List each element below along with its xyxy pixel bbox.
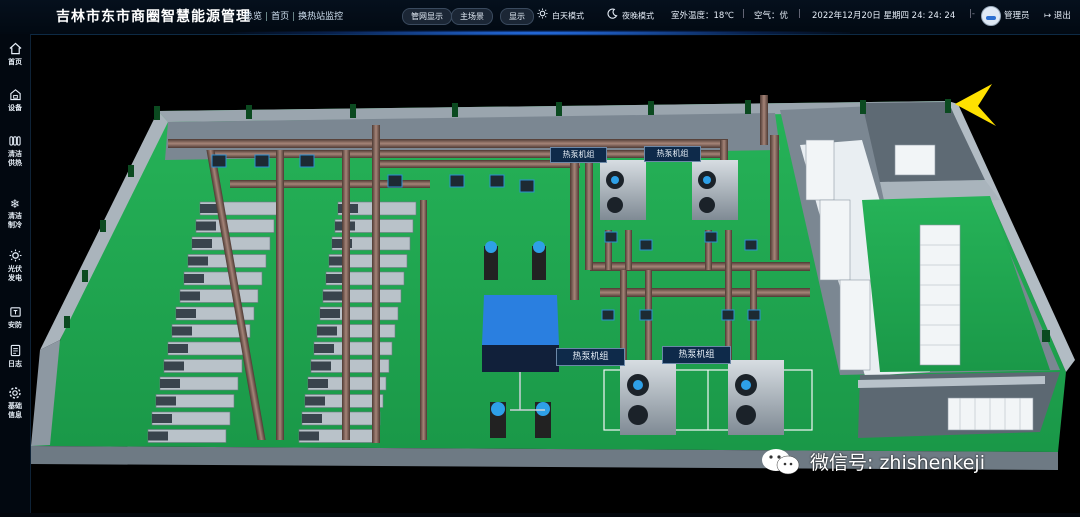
datetime: 2022年12月20日 星期四 24: 24: 24 (812, 11, 956, 21)
boiler-burner (156, 396, 176, 406)
boiler-burner (308, 379, 328, 388)
sidebar-item-log[interactable]: 日志 (0, 344, 30, 369)
divider: | (742, 9, 745, 19)
boiler-burner (148, 431, 168, 441)
home-icon (0, 42, 30, 58)
sidebar-item-solar[interactable]: 光伏发电 (0, 249, 30, 283)
boiler-burner (160, 379, 180, 388)
pipe-network-button[interactable]: 管网显示 (402, 8, 452, 25)
heating-icon (0, 134, 30, 150)
air-quality: 空气：优 (754, 11, 789, 21)
boiler-burner (323, 291, 343, 301)
sidebar-item-device[interactable]: 设备 (0, 88, 30, 113)
wechat-logo (756, 445, 806, 477)
day-mode-label: 白天模式 (552, 11, 584, 21)
boiler-burner (164, 361, 184, 371)
boiler-burner (152, 414, 172, 423)
logout-button[interactable]: ↦ 退出 (1044, 9, 1071, 21)
heat-pump-label[interactable]: 热泵机组 (556, 348, 625, 366)
sidebar-item-label: 清洁供热 (8, 150, 22, 167)
boiler-burner (192, 239, 212, 248)
night-mode-toggle[interactable]: 夜晚模式 (607, 8, 654, 24)
heat-pump-label[interactable]: 热泵机组 (662, 346, 731, 364)
breadcrumb: 总览 | 首页 | 换热站监控 (244, 12, 344, 22)
snowflake-icon: ❄ (9, 197, 21, 211)
heat-pump-label[interactable]: 热泵机组 (644, 146, 701, 162)
boiler-burner (299, 431, 319, 441)
boiler-burner (320, 309, 340, 318)
boiler-burner (311, 361, 331, 371)
security-icon (0, 305, 30, 321)
header-glow (230, 30, 850, 36)
boiler-burner (184, 274, 204, 283)
night-mode-label: 夜晚模式 (622, 11, 654, 21)
sidebar-item-security[interactable]: 安防 (0, 305, 30, 330)
boiler-burner (196, 221, 216, 231)
boiler-burner (302, 414, 322, 423)
boiler-burner (176, 309, 196, 318)
sidebar-item-home[interactable]: 首页 (0, 42, 30, 67)
sidebar-item-label: 基础信息 (8, 402, 22, 419)
boiler-burner (172, 326, 192, 336)
user-name[interactable]: 管理员 (1004, 9, 1030, 21)
sun-icon (0, 249, 30, 265)
watermark-text: 微信号: zhishenkeji (810, 452, 985, 474)
breadcrumb-station[interactable]: 换热站监控 (298, 12, 343, 22)
sun-icon (537, 8, 548, 24)
sidebar-item-label: 光伏发电 (8, 265, 22, 282)
sidebar-item-label: 清洁制冷 (8, 212, 22, 229)
outdoor-temp: 室外温度：18℃ (671, 11, 734, 21)
boiler-burner (188, 256, 208, 266)
sidebar-item-cooling[interactable]: ❄ 清洁制冷 (0, 196, 30, 230)
divider: | (798, 9, 801, 19)
show-button[interactable]: 显示 (500, 8, 534, 25)
gear-icon (0, 386, 30, 402)
sidebar-item-basic-info[interactable]: 基础信息 (0, 386, 30, 420)
main-scene-button[interactable]: 主场景 (451, 8, 493, 25)
sidebar-item-label: 设备 (8, 104, 22, 112)
top-bar: 吉林市东市商圈智慧能源管理 总览 | 首页 | 换热站监控 管网显示 主场景 显示 白天… (0, 0, 1080, 36)
boiler-burner (180, 291, 200, 301)
day-mode-toggle[interactable]: 白天模式 (537, 8, 584, 24)
heat-pump-label[interactable]: 热泵机组 (550, 147, 607, 163)
sidebar-item-label: 日志 (8, 360, 22, 368)
breadcrumb-home[interactable]: 首页 (271, 12, 289, 22)
boiler-burner (168, 344, 188, 353)
log-icon (0, 344, 30, 360)
sidebar-item-heating[interactable]: 清洁供热 (0, 134, 30, 168)
plant-3d-view (30, 34, 1080, 513)
logout-label: 退出 (1053, 11, 1071, 21)
boiler-burner (314, 344, 334, 353)
device-icon (0, 88, 30, 104)
breadcrumb-overview[interactable]: 总览 (244, 12, 262, 22)
divider: |- (969, 9, 975, 19)
avatar[interactable] (981, 6, 1001, 26)
app-title: 吉林市东市商圈智慧能源管理 (56, 9, 251, 25)
sidebar-item-label: 安防 (8, 321, 22, 329)
boiler-burner (305, 396, 325, 406)
logout-icon: ↦ (1044, 11, 1052, 21)
sidebar: 首页 设备 清洁供热 ❄ 清洁制冷 光伏发电 安防 日志 基础信息 (0, 34, 31, 513)
plant-scene[interactable]: 热泵机组 热泵机组 热泵机组 热泵机组 (30, 34, 1080, 513)
moon-icon (607, 8, 618, 24)
boiler-burner (317, 326, 337, 336)
sidebar-item-label: 首页 (8, 58, 22, 66)
